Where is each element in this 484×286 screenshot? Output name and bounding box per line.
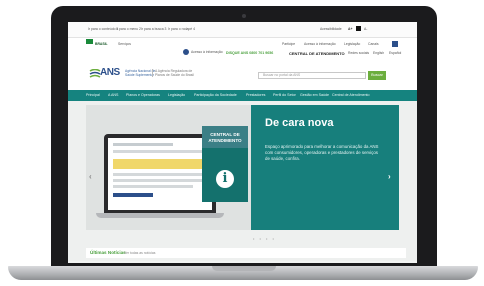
slide-screen-logo bbox=[113, 193, 153, 197]
central-atendimento-link[interactable]: CENTRAL DE ATENDIMENTO bbox=[289, 51, 345, 56]
nav-item-principal[interactable]: Principal bbox=[86, 93, 100, 97]
slide-screen-row bbox=[113, 150, 203, 153]
nav-item-participacao[interactable]: Participação da Sociedade bbox=[194, 93, 237, 97]
slide-screen-row bbox=[113, 185, 193, 188]
font-decrease-button[interactable]: A- bbox=[364, 27, 367, 31]
nav-item-perfil[interactable]: Perfil do Setor bbox=[273, 93, 296, 97]
brasil-link[interactable]: BRASIL bbox=[95, 42, 108, 46]
accessibility-link[interactable]: Acessibilidade bbox=[320, 27, 342, 31]
contrast-icon[interactable] bbox=[356, 26, 361, 31]
participe-link[interactable]: Participe bbox=[282, 42, 295, 46]
nav-item-legislacao[interactable]: Legislação bbox=[168, 93, 185, 97]
search-input[interactable]: Buscar no portal da ANS bbox=[258, 72, 366, 79]
slide-laptop-base bbox=[96, 213, 224, 218]
camera-icon bbox=[242, 14, 246, 18]
skip-link-search[interactable]: Ir para a busca 3 bbox=[141, 27, 166, 31]
laptop-mockup: Ir para o conteúdo 1 Ir para o menu 2 Ir… bbox=[0, 0, 484, 286]
logo-subtitle-line-2: Saúde Suplementar bbox=[125, 73, 155, 77]
canais-link[interactable]: Canais bbox=[368, 42, 379, 46]
hero-text: Espaço aprimorado para melhorar a comuni… bbox=[265, 144, 379, 162]
carousel-next-icon[interactable]: › bbox=[388, 172, 391, 181]
legislacao-link[interactable]: Legislação bbox=[344, 42, 360, 46]
skip-link-content[interactable]: Ir para o conteúdo 1 bbox=[88, 27, 118, 31]
carousel-prev-icon[interactable]: ‹ bbox=[89, 172, 92, 181]
slide-screen-highlight bbox=[113, 159, 206, 169]
accessibility-bar: Ir para o conteúdo 1 Ir para o menu 2 Ir… bbox=[68, 22, 417, 38]
slide-screen-row bbox=[113, 179, 205, 182]
logo-tagline-line-2: Planos de Saúde do Brasil bbox=[155, 73, 194, 77]
slide-screen-row bbox=[113, 143, 173, 146]
carousel-dots[interactable]: • • • • bbox=[253, 236, 276, 241]
screen: Ir para o conteúdo 1 Ir para o menu 2 Ir… bbox=[68, 22, 417, 263]
servicos-link[interactable]: Serviços bbox=[118, 42, 131, 46]
brasil-flag-icon bbox=[86, 39, 93, 44]
hero-title: De cara nova bbox=[265, 117, 334, 129]
main-nav: Principal A ANS Planos e Operadoras Legi… bbox=[68, 90, 417, 101]
gov-bar: BRASIL Serviços Participe Acesso à infor… bbox=[68, 38, 417, 48]
nav-item-a-ans[interactable]: A ANS bbox=[108, 93, 118, 97]
ans-logo[interactable]: ANS bbox=[100, 67, 120, 78]
acesso-info-link[interactable]: Acesso à informação bbox=[304, 42, 336, 46]
info-label[interactable]: Acesso à informação bbox=[191, 50, 223, 54]
espanol-link[interactable]: Español bbox=[389, 51, 401, 55]
skip-link-menu[interactable]: Ir para o menu 2 bbox=[116, 27, 141, 31]
search-button[interactable]: Buscar bbox=[368, 71, 386, 80]
news-all-link[interactable]: Ver todas as notícias bbox=[124, 251, 155, 255]
nav-item-gestao[interactable]: Gestão em Saúde bbox=[300, 93, 329, 97]
slide-screen-row bbox=[113, 173, 205, 176]
logo-subtitle: Agência Nacional de Saúde Suplementar bbox=[125, 69, 155, 77]
english-link[interactable]: English bbox=[373, 51, 384, 55]
logo-tagline: A Agência Reguladora de Planos de Saúde … bbox=[155, 69, 194, 77]
nav-item-prestadores[interactable]: Prestadores bbox=[246, 93, 265, 97]
disque-ans: DISQUE ANS 0800 701 9656 bbox=[226, 51, 274, 55]
skip-link-footer[interactable]: Ir para o rodapé 4 bbox=[168, 27, 195, 31]
news-title: Últimas Notícias bbox=[90, 250, 126, 255]
laptop-notch bbox=[212, 266, 276, 271]
nav-item-central[interactable]: Central de Atendimento bbox=[332, 93, 370, 97]
gov-logo-icon bbox=[392, 41, 398, 47]
font-increase-button[interactable]: A+ bbox=[348, 27, 352, 31]
social-link[interactable]: Redes sociais bbox=[348, 51, 369, 55]
logo-divider bbox=[152, 69, 153, 77]
central-badge-label: CENTRAL DE ATENDIMENTO bbox=[202, 126, 248, 148]
info-icon bbox=[183, 49, 189, 55]
central-badge: CENTRAL DE ATENDIMENTO bbox=[202, 126, 248, 202]
info-icon: i bbox=[216, 170, 234, 188]
nav-item-planos[interactable]: Planos e Operadoras bbox=[126, 93, 160, 97]
